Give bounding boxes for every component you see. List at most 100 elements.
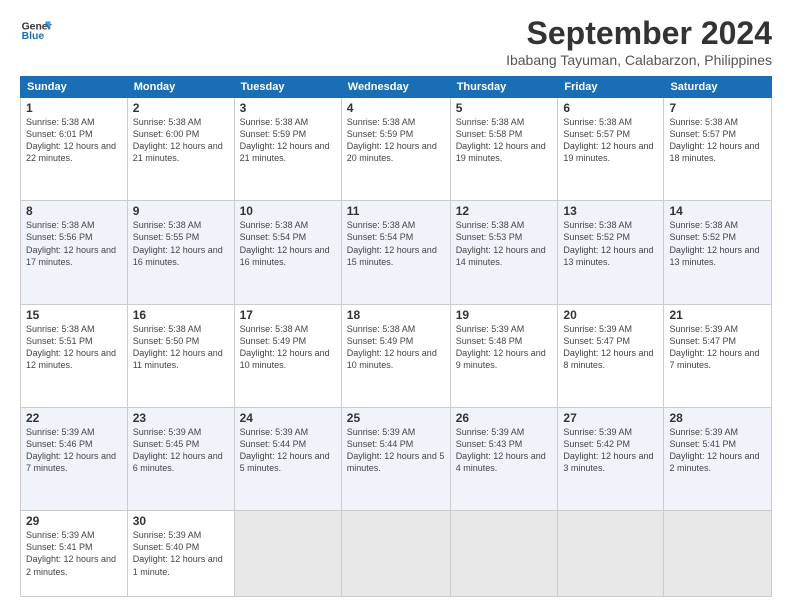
day-number: 17 [240,308,336,322]
col-wednesday: Wednesday [341,77,450,98]
table-row: 30Sunrise: 5:39 AM Sunset: 5:40 PM Dayli… [127,511,234,597]
table-row: 20Sunrise: 5:39 AM Sunset: 5:47 PM Dayli… [558,304,664,407]
table-row: 18Sunrise: 5:38 AM Sunset: 5:49 PM Dayli… [341,304,450,407]
day-info: Sunrise: 5:39 AM Sunset: 5:40 PM Dayligh… [133,529,229,578]
calendar-week-row: 8Sunrise: 5:38 AM Sunset: 5:56 PM Daylig… [21,201,772,304]
day-number: 19 [456,308,553,322]
table-row: 7Sunrise: 5:38 AM Sunset: 5:57 PM Daylig… [664,98,772,201]
day-number: 4 [347,101,445,115]
table-row: 22Sunrise: 5:39 AM Sunset: 5:46 PM Dayli… [21,407,128,510]
col-sunday: Sunday [21,77,128,98]
day-info: Sunrise: 5:39 AM Sunset: 5:47 PM Dayligh… [669,323,766,372]
day-number: 16 [133,308,229,322]
day-number: 25 [347,411,445,425]
day-info: Sunrise: 5:39 AM Sunset: 5:47 PM Dayligh… [563,323,658,372]
day-info: Sunrise: 5:38 AM Sunset: 5:59 PM Dayligh… [240,116,336,165]
day-number: 12 [456,204,553,218]
day-info: Sunrise: 5:38 AM Sunset: 6:00 PM Dayligh… [133,116,229,165]
table-row [664,511,772,597]
table-row: 26Sunrise: 5:39 AM Sunset: 5:43 PM Dayli… [450,407,558,510]
table-row: 21Sunrise: 5:39 AM Sunset: 5:47 PM Dayli… [664,304,772,407]
table-row: 16Sunrise: 5:38 AM Sunset: 5:50 PM Dayli… [127,304,234,407]
day-info: Sunrise: 5:39 AM Sunset: 5:44 PM Dayligh… [240,426,336,475]
day-number: 15 [26,308,122,322]
day-info: Sunrise: 5:39 AM Sunset: 5:45 PM Dayligh… [133,426,229,475]
col-monday: Monday [127,77,234,98]
table-row: 15Sunrise: 5:38 AM Sunset: 5:51 PM Dayli… [21,304,128,407]
col-thursday: Thursday [450,77,558,98]
calendar-table: Sunday Monday Tuesday Wednesday Thursday… [20,76,772,597]
location: Ibabang Tayuman, Calabarzon, Philippines [506,52,772,68]
day-info: Sunrise: 5:38 AM Sunset: 6:01 PM Dayligh… [26,116,122,165]
day-info: Sunrise: 5:39 AM Sunset: 5:48 PM Dayligh… [456,323,553,372]
day-number: 8 [26,204,122,218]
day-number: 6 [563,101,658,115]
day-number: 11 [347,204,445,218]
day-info: Sunrise: 5:38 AM Sunset: 5:57 PM Dayligh… [669,116,766,165]
day-info: Sunrise: 5:39 AM Sunset: 5:46 PM Dayligh… [26,426,122,475]
day-info: Sunrise: 5:38 AM Sunset: 5:59 PM Dayligh… [347,116,445,165]
day-number: 22 [26,411,122,425]
table-row: 5Sunrise: 5:38 AM Sunset: 5:58 PM Daylig… [450,98,558,201]
calendar-week-row: 29Sunrise: 5:39 AM Sunset: 5:41 PM Dayli… [21,511,772,597]
day-info: Sunrise: 5:39 AM Sunset: 5:43 PM Dayligh… [456,426,553,475]
table-row: 14Sunrise: 5:38 AM Sunset: 5:52 PM Dayli… [664,201,772,304]
day-number: 18 [347,308,445,322]
day-info: Sunrise: 5:38 AM Sunset: 5:50 PM Dayligh… [133,323,229,372]
table-row [558,511,664,597]
day-number: 30 [133,514,229,528]
col-friday: Friday [558,77,664,98]
calendar-week-row: 1Sunrise: 5:38 AM Sunset: 6:01 PM Daylig… [21,98,772,201]
day-info: Sunrise: 5:38 AM Sunset: 5:51 PM Dayligh… [26,323,122,372]
day-number: 26 [456,411,553,425]
table-row: 9Sunrise: 5:38 AM Sunset: 5:55 PM Daylig… [127,201,234,304]
col-tuesday: Tuesday [234,77,341,98]
table-row: 8Sunrise: 5:38 AM Sunset: 5:56 PM Daylig… [21,201,128,304]
day-number: 29 [26,514,122,528]
table-row: 10Sunrise: 5:38 AM Sunset: 5:54 PM Dayli… [234,201,341,304]
table-row: 24Sunrise: 5:39 AM Sunset: 5:44 PM Dayli… [234,407,341,510]
table-row: 19Sunrise: 5:39 AM Sunset: 5:48 PM Dayli… [450,304,558,407]
day-number: 2 [133,101,229,115]
calendar-header-row: Sunday Monday Tuesday Wednesday Thursday… [21,77,772,98]
table-row: 13Sunrise: 5:38 AM Sunset: 5:52 PM Dayli… [558,201,664,304]
table-row: 27Sunrise: 5:39 AM Sunset: 5:42 PM Dayli… [558,407,664,510]
table-row: 1Sunrise: 5:38 AM Sunset: 6:01 PM Daylig… [21,98,128,201]
header: General Blue September 2024 Ibabang Tayu… [20,15,772,68]
table-row: 6Sunrise: 5:38 AM Sunset: 5:57 PM Daylig… [558,98,664,201]
day-number: 13 [563,204,658,218]
table-row: 3Sunrise: 5:38 AM Sunset: 5:59 PM Daylig… [234,98,341,201]
day-number: 7 [669,101,766,115]
day-info: Sunrise: 5:38 AM Sunset: 5:49 PM Dayligh… [347,323,445,372]
day-info: Sunrise: 5:39 AM Sunset: 5:41 PM Dayligh… [26,529,122,578]
day-number: 5 [456,101,553,115]
day-info: Sunrise: 5:38 AM Sunset: 5:54 PM Dayligh… [347,219,445,268]
calendar-week-row: 22Sunrise: 5:39 AM Sunset: 5:46 PM Dayli… [21,407,772,510]
day-number: 10 [240,204,336,218]
day-number: 23 [133,411,229,425]
day-number: 1 [26,101,122,115]
title-section: September 2024 Ibabang Tayuman, Calabarz… [506,15,772,68]
day-info: Sunrise: 5:38 AM Sunset: 5:56 PM Dayligh… [26,219,122,268]
page: General Blue September 2024 Ibabang Tayu… [0,0,792,612]
table-row [341,511,450,597]
table-row: 29Sunrise: 5:39 AM Sunset: 5:41 PM Dayli… [21,511,128,597]
table-row [234,511,341,597]
logo: General Blue [20,15,52,47]
calendar-week-row: 15Sunrise: 5:38 AM Sunset: 5:51 PM Dayli… [21,304,772,407]
day-info: Sunrise: 5:39 AM Sunset: 5:42 PM Dayligh… [563,426,658,475]
day-info: Sunrise: 5:39 AM Sunset: 5:44 PM Dayligh… [347,426,445,475]
svg-text:Blue: Blue [22,31,45,42]
table-row: 2Sunrise: 5:38 AM Sunset: 6:00 PM Daylig… [127,98,234,201]
day-info: Sunrise: 5:39 AM Sunset: 5:41 PM Dayligh… [669,426,766,475]
table-row [450,511,558,597]
day-info: Sunrise: 5:38 AM Sunset: 5:52 PM Dayligh… [669,219,766,268]
table-row: 4Sunrise: 5:38 AM Sunset: 5:59 PM Daylig… [341,98,450,201]
day-info: Sunrise: 5:38 AM Sunset: 5:54 PM Dayligh… [240,219,336,268]
logo-icon: General Blue [20,15,52,47]
day-number: 27 [563,411,658,425]
table-row: 28Sunrise: 5:39 AM Sunset: 5:41 PM Dayli… [664,407,772,510]
day-info: Sunrise: 5:38 AM Sunset: 5:52 PM Dayligh… [563,219,658,268]
table-row: 17Sunrise: 5:38 AM Sunset: 5:49 PM Dayli… [234,304,341,407]
day-number: 28 [669,411,766,425]
